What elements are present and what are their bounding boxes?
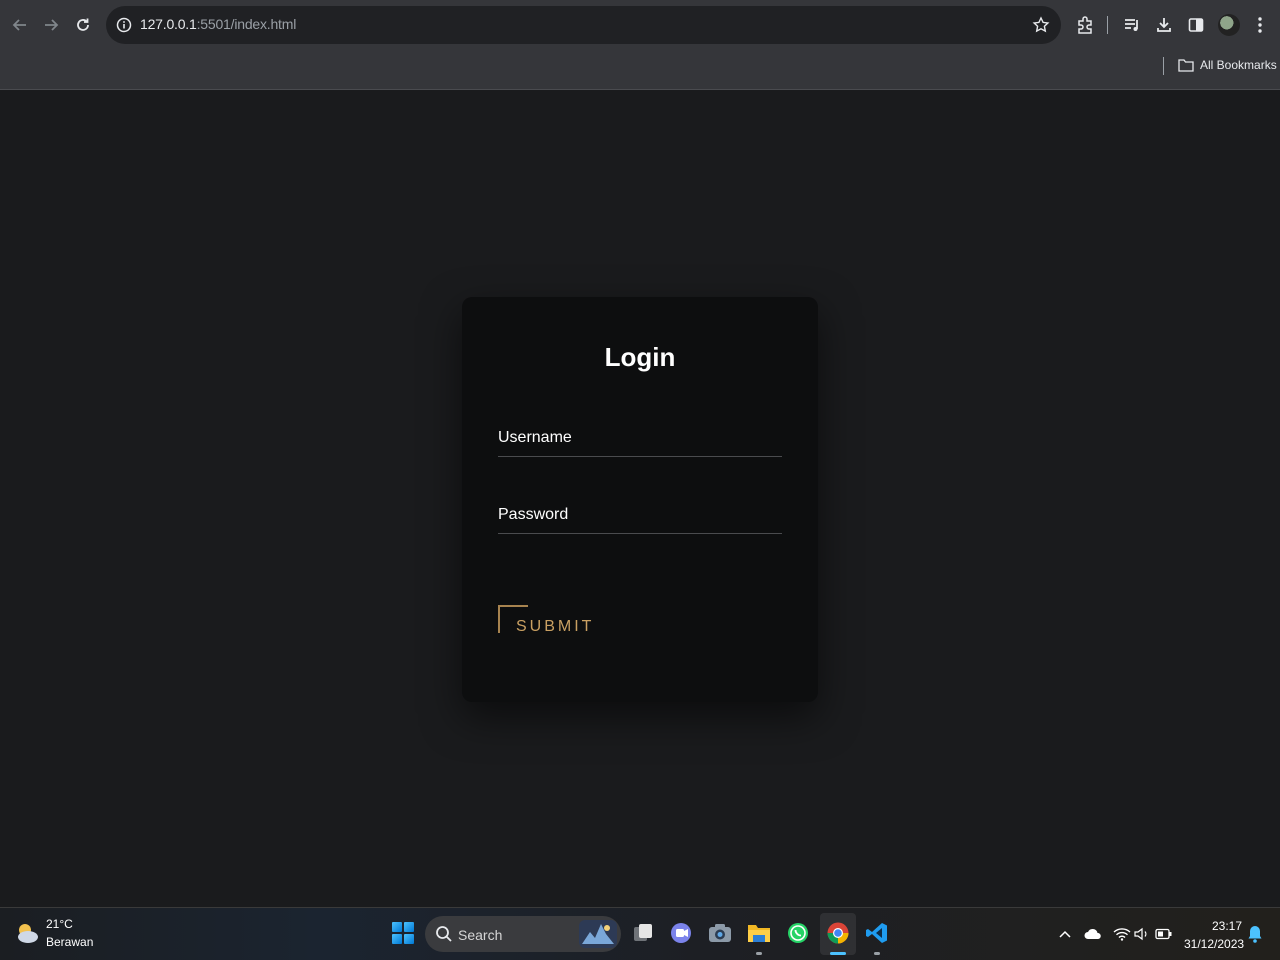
back-arrow-icon [12, 19, 26, 31]
side-panel-icon[interactable] [1184, 13, 1208, 37]
taskbar-search[interactable]: Search [425, 916, 621, 952]
site-info-icon[interactable] [114, 15, 134, 35]
notification-bell-icon[interactable] [1248, 925, 1262, 943]
extensions-puzzle-icon[interactable] [1073, 13, 1097, 37]
chrome-icon[interactable] [825, 920, 851, 946]
username-input[interactable] [498, 417, 782, 456]
show-hidden-icons-chevron-up-icon[interactable] [1056, 925, 1074, 943]
forward-arrow-icon [45, 19, 59, 31]
back-button[interactable] [7, 12, 33, 38]
wifi-icon[interactable] [1113, 925, 1131, 943]
url-path: :5501/index.html [196, 16, 297, 32]
all-bookmarks-button[interactable]: All Bookmarks [1178, 58, 1277, 72]
battery-icon[interactable] [1155, 925, 1173, 943]
url-host: 127.0.0.1 [140, 16, 197, 32]
weather-cloud-moon-icon [18, 924, 38, 943]
clock-date: 31/12/2023 [1184, 937, 1245, 951]
download-icon[interactable] [1152, 13, 1176, 37]
forward-button[interactable] [38, 12, 64, 38]
weather-widget[interactable]: 21°C Berawan [14, 917, 93, 949]
file-explorer-icon[interactable] [746, 920, 772, 946]
windows-taskbar: 21°C Berawan Search 23:17 31/12/2023 [0, 907, 1280, 960]
browser-toolbar: 127.0.0.1:5501/index.html [0, 0, 1280, 50]
reload-button[interactable] [70, 12, 96, 38]
search-label: Search [458, 927, 503, 943]
start-button-windows-icon[interactable] [392, 922, 414, 944]
vscode-icon[interactable] [864, 920, 890, 946]
vscode-running-indicator [874, 952, 880, 955]
file-explorer-running-indicator [756, 952, 762, 955]
submit-label: SUBMIT [516, 618, 595, 635]
bookmarks-divider [1163, 57, 1164, 75]
url-text[interactable]: 127.0.0.1:5501/index.html [140, 16, 296, 32]
username-field[interactable]: Username [498, 417, 782, 457]
login-title: Login [604, 342, 676, 372]
bookmarks-bar [0, 50, 1280, 90]
onedrive-cloud-icon[interactable] [1084, 925, 1102, 943]
whatsapp-icon[interactable] [785, 920, 811, 946]
toolbar-divider [1107, 16, 1108, 34]
password-field[interactable]: Password [498, 494, 782, 534]
reload-icon [77, 18, 89, 31]
profile-avatar[interactable] [1218, 14, 1240, 36]
submit-button[interactable]: SUBMIT [498, 605, 598, 639]
system-clock[interactable]: 23:17 31/12/2023 [1184, 917, 1245, 953]
task-view-icon[interactable] [630, 920, 656, 946]
camera-app-icon[interactable] [707, 920, 733, 946]
chrome-running-indicator [830, 952, 846, 955]
bookmark-star-icon[interactable] [1031, 15, 1051, 35]
teams-chat-icon[interactable] [668, 920, 694, 946]
password-input[interactable] [498, 494, 782, 533]
volume-speaker-icon[interactable] [1133, 925, 1151, 943]
clock-time: 23:17 [1211, 919, 1242, 933]
all-bookmarks-label: All Bookmarks [1200, 58, 1277, 72]
address-bar[interactable]: 127.0.0.1:5501/index.html [106, 6, 1061, 44]
menu-kebab-icon[interactable] [1248, 13, 1272, 37]
media-queue-icon[interactable] [1120, 13, 1144, 37]
login-card: Login Username Password SUBMIT [462, 297, 818, 702]
weather-temperature: 21°C [46, 917, 73, 931]
page-body: Login Username Password SUBMIT [0, 91, 1280, 907]
search-icon [436, 926, 452, 942]
search-highlight-image [579, 920, 617, 948]
folder-icon [1178, 59, 1194, 72]
weather-description: Berawan [46, 935, 94, 949]
browser-chrome: 127.0.0.1:5501/index.html All Bookmarks [0, 0, 1280, 90]
